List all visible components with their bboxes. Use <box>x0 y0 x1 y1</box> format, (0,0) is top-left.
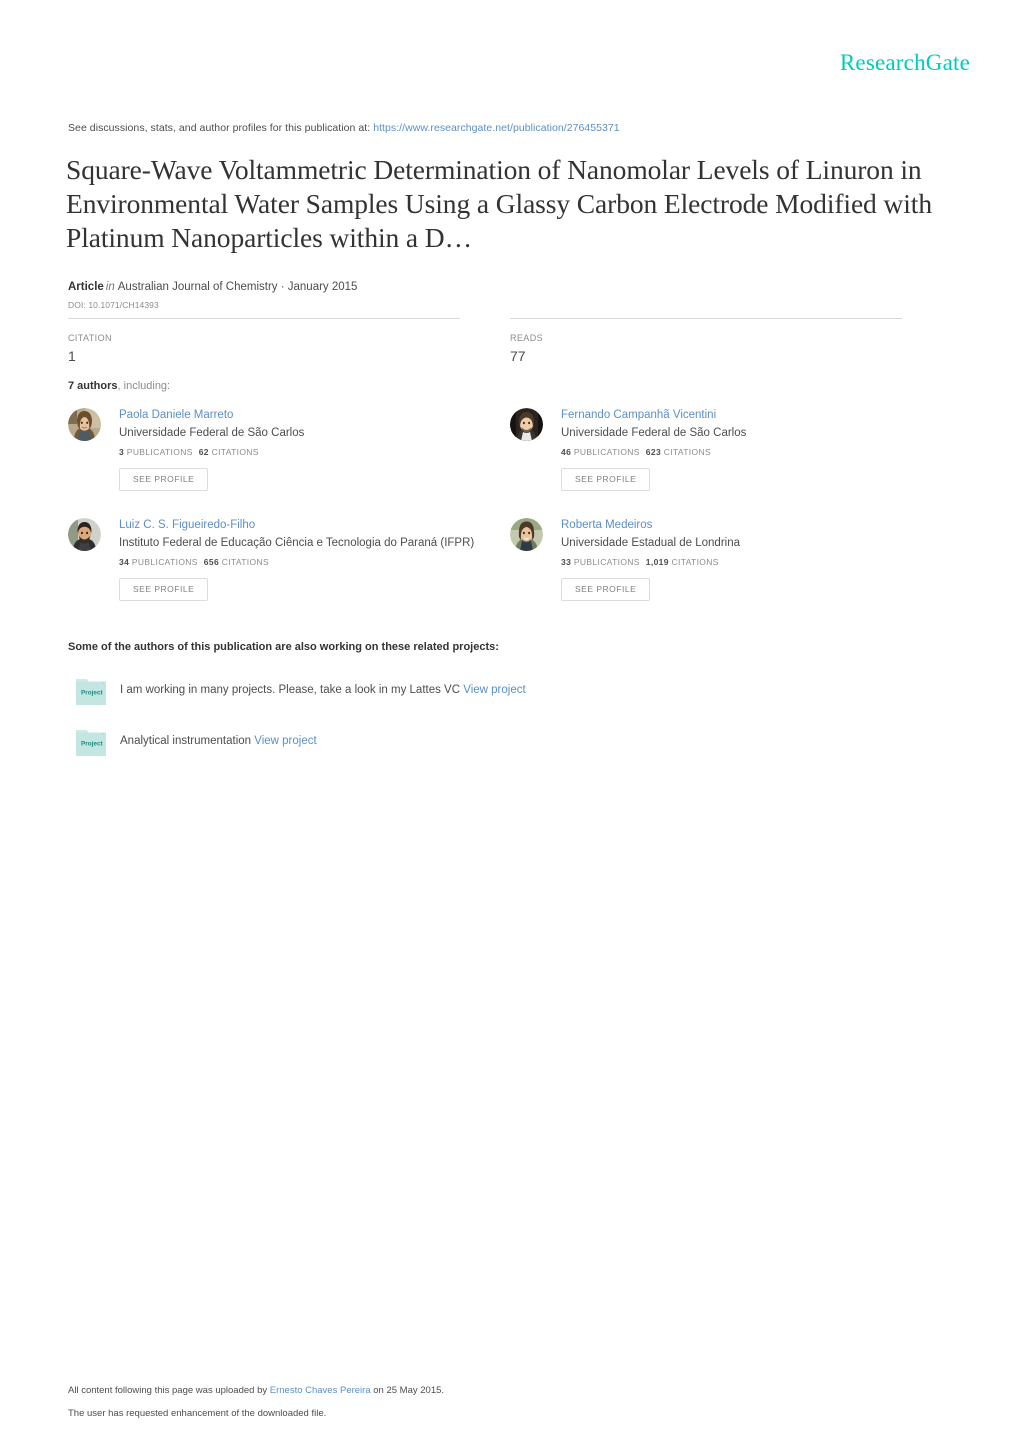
author-count: 7 authors <box>68 380 118 392</box>
citations-label: CITATIONS <box>663 447 711 457</box>
citation-value: 1 <box>68 348 76 364</box>
author-name-link[interactable]: Fernando Campanhã Vicentini <box>561 408 940 422</box>
author-institution: Universidade Federal de São Carlos <box>561 427 747 439</box>
author-citation-count: 656 <box>203 557 220 567</box>
uploader-name-link[interactable]: Ernesto Chaves Pereira <box>270 1385 371 1396</box>
author-publication-count: 46 <box>561 447 572 457</box>
researchgate-publication-page: ResearchGate See discussions, stats, and… <box>0 0 1020 1441</box>
author-card: Luiz C. S. Figueiredo-Filho Instituto Fe… <box>68 518 498 601</box>
divider-citation <box>68 318 460 319</box>
author-stats: 46 PUBLICATIONS 623 CITATIONS <box>561 447 940 457</box>
citation-stat-block: CITATION 1 <box>68 318 460 364</box>
author-stats: 3 PUBLICATIONS 62 CITATIONS <box>119 447 498 457</box>
author-stats: 34 PUBLICATIONS 656 CITATIONS <box>119 557 498 567</box>
view-project-link[interactable]: View project <box>254 735 316 747</box>
author-publication-count: 34 <box>119 557 130 567</box>
author-institution: Instituto Federal de Educação Ciência e … <box>119 537 475 549</box>
avatar[interactable] <box>510 408 543 441</box>
reads-stat-block: READS 77 <box>510 318 902 364</box>
upload-credit-prefix: All content following this page was uplo… <box>68 1385 268 1396</box>
author-name-link[interactable]: Paola Daniele Marreto <box>119 408 498 422</box>
project-title: I am working in many projects. Please, t… <box>120 684 461 696</box>
author-publication-count: 33 <box>561 557 572 567</box>
avatar[interactable] <box>510 518 543 551</box>
see-profile-button[interactable]: SEE PROFILE <box>561 578 651 601</box>
project-folder-label: Project <box>81 741 104 748</box>
discussions-prefix: See discussions, stats, and author profi… <box>68 122 371 134</box>
citations-label: CITATIONS <box>211 447 259 457</box>
citations-label: CITATIONS <box>671 557 719 567</box>
project-title: Analytical instrumentation <box>120 735 252 747</box>
author-institution: Universidade Estadual de Londrina <box>561 537 741 549</box>
project-folder-icon: Project <box>76 676 106 705</box>
project-item: Project I am working in many projects. P… <box>68 676 526 710</box>
publications-label: PUBLICATIONS <box>126 447 193 457</box>
page-title: Square-Wave Voltammetric Determination o… <box>66 154 932 253</box>
author-citation-count: 62 <box>198 447 209 457</box>
authors-intro-suffix: , including: <box>117 380 171 392</box>
author-publication-count: 3 <box>119 447 125 457</box>
view-project-link[interactable]: View project <box>463 684 525 696</box>
project-folder-icon: Project <box>76 727 106 756</box>
author-card: Paola Daniele Marreto Universidade Feder… <box>68 408 498 491</box>
discussions-line: See discussions, stats, and author profi… <box>68 122 620 134</box>
see-profile-button[interactable]: SEE PROFILE <box>119 578 209 601</box>
author-card: Fernando Campanhã Vicentini Universidade… <box>510 408 940 491</box>
publications-label: PUBLICATIONS <box>131 557 198 567</box>
article-meta: Article in Australian Journal of Chemistry… <box>68 281 357 293</box>
avatar[interactable] <box>68 408 101 441</box>
citations-label: CITATIONS <box>221 557 269 567</box>
author-card: Roberta Medeiros Universidade Estadual d… <box>510 518 940 601</box>
in-word: in <box>105 281 115 293</box>
author-institution: Universidade Federal de São Carlos <box>119 427 305 439</box>
avatar[interactable] <box>68 518 101 551</box>
project-item: Project Analytical instrumentation View … <box>68 727 317 761</box>
doi-text: DOI: 10.1071/CH14393 <box>68 300 159 310</box>
author-citation-count: 1,019 <box>645 557 669 567</box>
author-name-link[interactable]: Luiz C. S. Figueiredo-Filho <box>119 518 498 532</box>
related-projects-heading: Some of the authors of this publication … <box>68 641 499 653</box>
authors-intro: 7 authors, including: <box>68 380 170 392</box>
brand-header: ResearchGate <box>840 50 970 76</box>
upload-credit-suffix: on 25 May 2015. <box>373 1385 445 1396</box>
publication-type: Article <box>68 281 104 293</box>
divider-reads <box>510 318 902 319</box>
author-stats: 33 PUBLICATIONS 1,019 CITATIONS <box>561 557 940 567</box>
publication-venue: Australian Journal of Chemistry · Januar… <box>117 281 358 293</box>
see-profile-button[interactable]: SEE PROFILE <box>119 468 209 491</box>
enhancement-note: The user has requested enhancement of th… <box>68 1408 327 1419</box>
publication-url-link[interactable]: https://www.researchgate.net/publication… <box>373 122 620 134</box>
publications-label: PUBLICATIONS <box>573 557 640 567</box>
see-profile-button[interactable]: SEE PROFILE <box>561 468 651 491</box>
project-text-row: Analytical instrumentation View project <box>120 727 317 756</box>
reads-value: 77 <box>510 348 526 364</box>
project-folder-label: Project <box>81 690 104 697</box>
citation-label: CITATION <box>68 333 112 343</box>
publications-label: PUBLICATIONS <box>573 447 640 457</box>
author-name-link[interactable]: Roberta Medeiros <box>561 518 940 532</box>
researchgate-logo[interactable]: ResearchGate <box>840 50 970 76</box>
author-citation-count: 623 <box>645 447 662 457</box>
reads-label: READS <box>510 333 544 343</box>
project-text-row: I am working in many projects. Please, t… <box>120 676 526 705</box>
upload-credit-line: All content following this page was uplo… <box>68 1385 444 1396</box>
